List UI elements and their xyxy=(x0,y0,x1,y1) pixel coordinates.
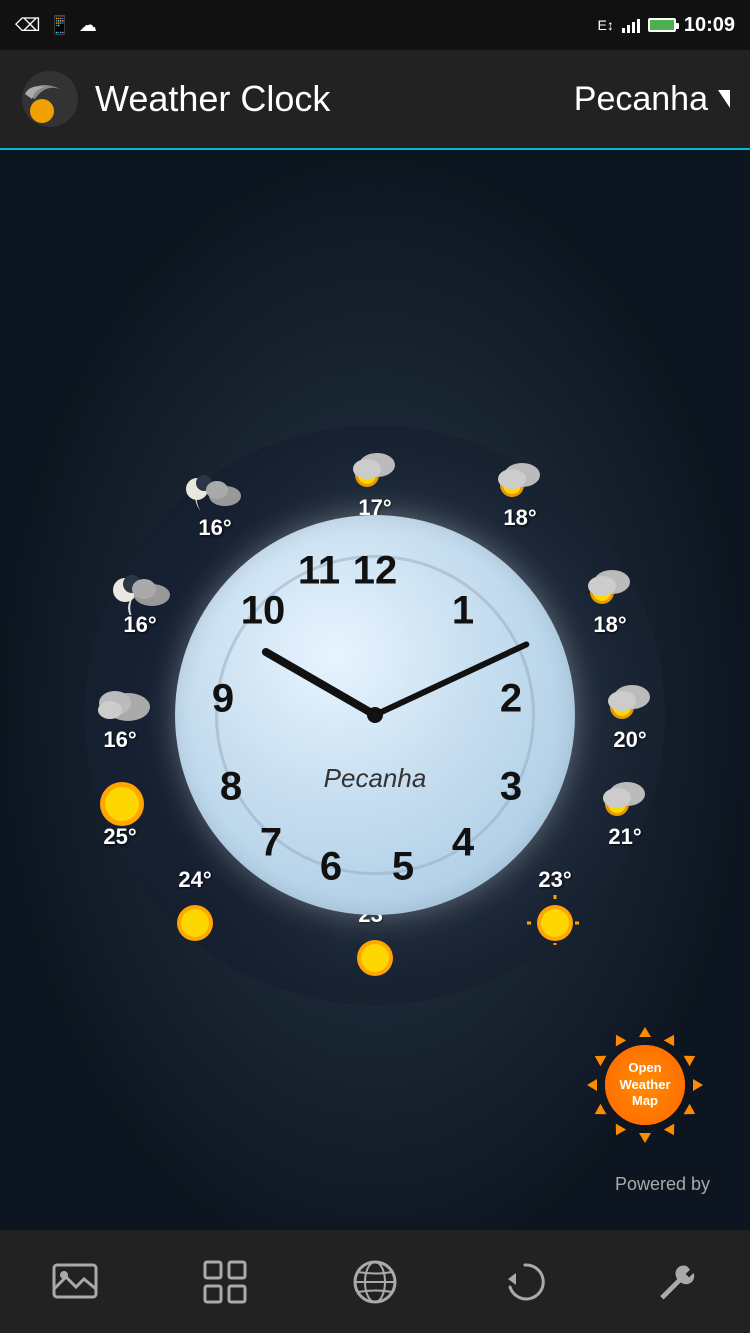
weather-icon-pc3 xyxy=(600,675,660,725)
weather-item-bottom-left: 24° xyxy=(165,867,225,945)
bottom-nav xyxy=(0,1230,750,1333)
temp-left-lower: 25° xyxy=(103,824,136,850)
battery-icon xyxy=(648,18,676,32)
image-icon xyxy=(50,1257,100,1307)
weather-item-left-upper: 16° xyxy=(110,560,170,638)
weather-item-right-upper: 18° xyxy=(580,560,640,638)
status-right: E↕ 10:09 xyxy=(598,14,736,37)
owm-label: OpenWeatherMap xyxy=(619,1060,670,1111)
weather-icon-pc4 xyxy=(595,772,655,822)
temp-left-upper: 16° xyxy=(123,612,156,638)
weather-icon-pc2 xyxy=(490,453,550,503)
nav-settings[interactable] xyxy=(625,1247,725,1317)
dropdown-arrow[interactable] xyxy=(718,90,730,108)
status-time: 10:09 xyxy=(684,14,735,37)
status-bar: ⌫ 📱 ☁ E↕ 10:09 xyxy=(0,0,750,50)
nav-globe[interactable] xyxy=(325,1247,425,1317)
weather-icon-sunny4 xyxy=(165,895,225,945)
clock-7: 7 xyxy=(260,821,282,866)
clock-city-label: Pecanha xyxy=(324,763,427,794)
clock-4: 4 xyxy=(452,821,474,866)
owm-circle[interactable]: OpenWeatherMap xyxy=(605,1045,685,1125)
clock-6: 6 xyxy=(320,845,342,890)
clock-12: 12 xyxy=(353,549,398,594)
temp-right-lower: 21° xyxy=(608,824,641,850)
weather-icon-night1 xyxy=(110,560,170,610)
clock-2: 2 xyxy=(500,677,522,722)
weather-icon-pc xyxy=(345,443,405,493)
phone-icon: 📱 xyxy=(48,15,70,36)
nav-widgets[interactable] xyxy=(175,1247,275,1317)
nav-refresh[interactable] xyxy=(475,1247,575,1317)
temp-top-left: 16° xyxy=(198,515,231,541)
clock-outer-ring: 17° 18° xyxy=(85,425,665,1005)
signal-bars xyxy=(622,17,640,33)
weather-icon-cloudy1 xyxy=(90,675,150,725)
clock-face[interactable]: 12 1 2 3 4 5 6 7 8 9 10 11 Pecanha xyxy=(175,515,575,915)
refresh-icon xyxy=(500,1257,550,1307)
app-location: Pecanha xyxy=(574,80,708,119)
weather-item-right-lower: 21° xyxy=(595,772,655,850)
grid-icon xyxy=(200,1257,250,1307)
nav-wallpaper[interactable] xyxy=(25,1247,125,1317)
cloud-icon: ☁ xyxy=(79,15,97,36)
network-type: E↕ xyxy=(598,17,614,33)
clock-8: 8 xyxy=(220,765,242,810)
owm-button[interactable]: OpenWeatherMap xyxy=(580,1020,710,1150)
temp-right: 20° xyxy=(613,727,646,753)
clock-1: 1 xyxy=(452,589,474,634)
clock-9: 9 xyxy=(212,677,234,722)
usb-icon: ⌫ xyxy=(15,15,40,36)
weather-item-top-right1: 18° xyxy=(490,453,550,531)
weather-item-bottom-right: 23° xyxy=(525,867,585,945)
weather-icon-sunny3 xyxy=(345,930,405,980)
app-title: Weather Clock xyxy=(95,78,574,120)
weather-item-left-lower: 25° xyxy=(90,772,150,850)
temp-bottom-right: 23° xyxy=(538,867,571,893)
clock-3: 3 xyxy=(500,765,522,810)
weather-item-right: 20° xyxy=(600,675,660,753)
status-left: ⌫ 📱 ☁ xyxy=(15,15,97,36)
main-content: 17° 18° xyxy=(0,150,750,1280)
weather-item-top-left: 16° xyxy=(185,463,245,541)
weather-item-top: 17° xyxy=(345,443,405,521)
clock-center-dot xyxy=(367,707,383,723)
globe-icon xyxy=(350,1257,400,1307)
weather-item-left: 16° xyxy=(90,675,150,753)
weather-icon-sunny5 xyxy=(90,772,150,822)
powered-by: Powered by xyxy=(615,1174,710,1195)
clock-5: 5 xyxy=(392,845,414,890)
weather-icon-night2 xyxy=(185,463,245,513)
temp-top-right1: 18° xyxy=(503,505,536,531)
temp-left: 16° xyxy=(103,727,136,753)
temp-bottom-left: 24° xyxy=(178,867,211,893)
app-logo xyxy=(20,69,80,129)
clock-10: 10 xyxy=(241,589,286,634)
wrench-icon xyxy=(650,1257,700,1307)
clock-11: 11 xyxy=(298,549,340,594)
weather-icon-sunny2 xyxy=(525,895,585,945)
temp-right-upper: 18° xyxy=(593,612,626,638)
app-bar: Weather Clock Pecanha xyxy=(0,50,750,150)
weather-icon-sunny1 xyxy=(580,560,640,610)
